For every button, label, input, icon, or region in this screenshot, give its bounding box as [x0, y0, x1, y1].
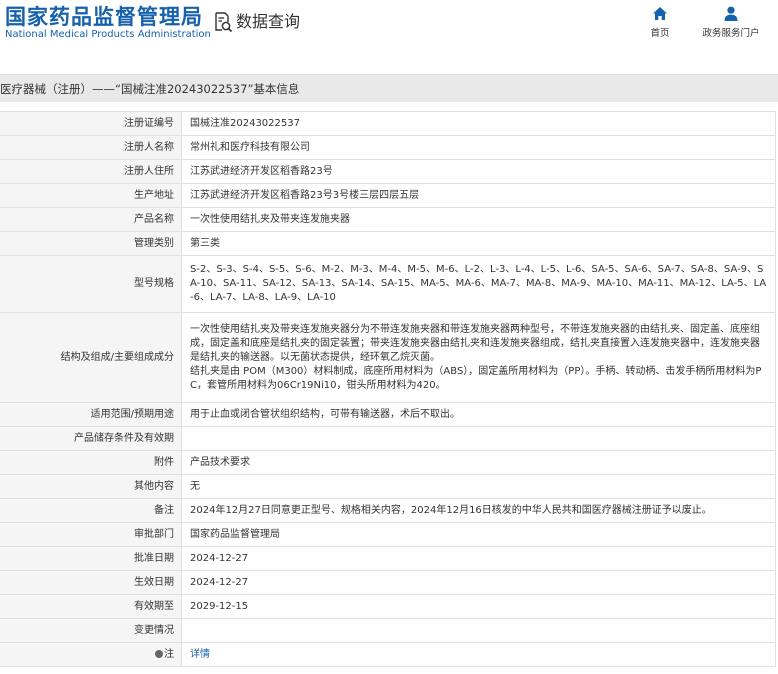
field-value: 2024-12-27 [181, 546, 776, 571]
search-document-icon [213, 11, 233, 33]
table-row: 生产地址 江苏武进经济开发区稻香路23号3号楼三层四层五层 [0, 183, 776, 208]
table-row: 注册人名称 常州礼和医疗科技有限公司 [0, 135, 776, 160]
site-logo-title[interactable]: 国家药品监督管理局 [5, 4, 203, 30]
field-value [181, 426, 776, 451]
field-value [181, 618, 776, 643]
registration-info-table: 注册证编号 国械注准20243022537 注册人名称 常州礼和医疗科技有限公司… [0, 111, 776, 667]
home-icon [652, 6, 668, 21]
field-label: 管理类别 [0, 231, 182, 256]
table-row: 结构及组成/主要组成成分 一次性使用结扎夹及带夹连发施夹器分为不带连发施夹器和带… [0, 312, 776, 403]
table-row: 批准日期 2024-12-27 [0, 546, 776, 571]
info-dot-icon [155, 649, 163, 658]
table-row: 附件 产品技术要求 [0, 450, 776, 475]
note-label: 注 [164, 648, 174, 660]
data-query-link[interactable]: 数据查询 [213, 10, 300, 34]
field-value: 第三类 [181, 231, 776, 256]
site-header: 国家药品监督管理局 National Medical Products Admi… [0, 0, 778, 62]
field-value: 2024-12-27 [181, 570, 776, 595]
nav-home-label: 首页 [650, 28, 670, 39]
field-label: 注册人名称 [0, 135, 182, 160]
field-label: 生产地址 [0, 183, 182, 208]
field-value: S-2、S-3、S-4、S-5、S-6、M-2、M-3、M-4、M-5、M-6、… [181, 255, 776, 313]
table-row: 产品储存条件及有效期 [0, 426, 776, 451]
table-row: 备注 2024年12月27日同意更正型号、规格相关内容，2024年12月16日核… [0, 498, 776, 523]
table-row: 适用范围/预期用途 用于止血或闭合管状组织结构，可带有输送器，术后不取出。 [0, 402, 776, 427]
data-query-label: 数据查询 [236, 12, 301, 31]
field-value: 用于止血或闭合管状组织结构，可带有输送器，术后不取出。 [181, 402, 776, 427]
field-label: 产品储存条件及有效期 [0, 426, 182, 451]
field-label: 其他内容 [0, 474, 182, 499]
nav-home[interactable]: 首页 [645, 6, 675, 39]
field-value: 常州礼和医疗科技有限公司 [181, 135, 776, 160]
table-row: 注 详情 [0, 642, 776, 667]
table-row: 注册证编号 国械注准20243022537 [0, 111, 776, 136]
table-row: 型号规格 S-2、S-3、S-4、S-5、S-6、M-2、M-3、M-4、M-5… [0, 255, 776, 313]
field-label: 产品名称 [0, 207, 182, 232]
user-icon [723, 6, 739, 21]
field-value-paragraph: 一次性使用结扎夹及带夹连发施夹器分为不带连发施夹器和带连发施夹器两种型号，不带连… [190, 323, 760, 363]
details-link[interactable]: 详情 [190, 649, 210, 660]
field-value: 产品技术要求 [181, 450, 776, 475]
field-label: 变更情况 [0, 618, 182, 643]
table-row: 管理类别 第三类 [0, 231, 776, 256]
field-label: 适用范围/预期用途 [0, 402, 182, 427]
field-label: 批准日期 [0, 546, 182, 571]
table-row: 有效期至 2029-12-15 [0, 594, 776, 619]
nav-gov-service-portal[interactable]: 政务服务门户 [698, 6, 764, 39]
field-value: 2029-12-15 [181, 594, 776, 619]
field-value: 无 [181, 474, 776, 499]
table-row: 变更情况 [0, 618, 776, 643]
record-title-bar: 医疗器械（注册）——“国械注准20243022537”基本信息 [0, 74, 778, 102]
site-logo-subtitle: National Medical Products Administration [5, 29, 211, 40]
field-value: 江苏武进经济开发区稻香路23号3号楼三层四层五层 [181, 183, 776, 208]
field-value: 江苏武进经济开发区稻香路23号 [181, 159, 776, 184]
field-label: 注册证编号 [0, 111, 182, 136]
field-value: 国械注准20243022537 [181, 111, 776, 136]
field-label: 生效日期 [0, 570, 182, 595]
field-label: 附件 [0, 450, 182, 475]
field-label: 审批部门 [0, 522, 182, 547]
nav-gov-service-label: 政务服务门户 [702, 28, 760, 39]
record-title: 医疗器械（注册）——“国械注准20243022537”基本信息 [0, 82, 300, 96]
table-row: 产品名称 一次性使用结扎夹及带夹连发施夹器 [0, 207, 776, 232]
field-label-note: 注 [0, 642, 182, 667]
table-row: 生效日期 2024-12-27 [0, 570, 776, 595]
field-value: 一次性使用结扎夹及带夹连发施夹器 [181, 207, 776, 232]
field-label: 有效期至 [0, 594, 182, 619]
field-label: 注册人住所 [0, 159, 182, 184]
field-label: 结构及组成/主要组成成分 [0, 312, 182, 403]
table-row: 审批部门 国家药品监督管理局 [0, 522, 776, 547]
field-label: 备注 [0, 498, 182, 523]
table-row: 注册人住所 江苏武进经济开发区稻香路23号 [0, 159, 776, 184]
field-value-paragraph: 结扎夹是由 POM（M300）材料制成，底座所用材料为（ABS），固定盖所用材料… [190, 365, 762, 391]
table-row: 其他内容 无 [0, 474, 776, 499]
field-label: 型号规格 [0, 255, 182, 313]
field-value: 2024年12月27日同意更正型号、规格相关内容，2024年12月16日核发的中… [181, 498, 776, 523]
field-value: 一次性使用结扎夹及带夹连发施夹器分为不带连发施夹器和带连发施夹器两种型号，不带连… [181, 312, 776, 403]
field-value: 详情 [181, 642, 776, 667]
field-value: 国家药品监督管理局 [181, 522, 776, 547]
